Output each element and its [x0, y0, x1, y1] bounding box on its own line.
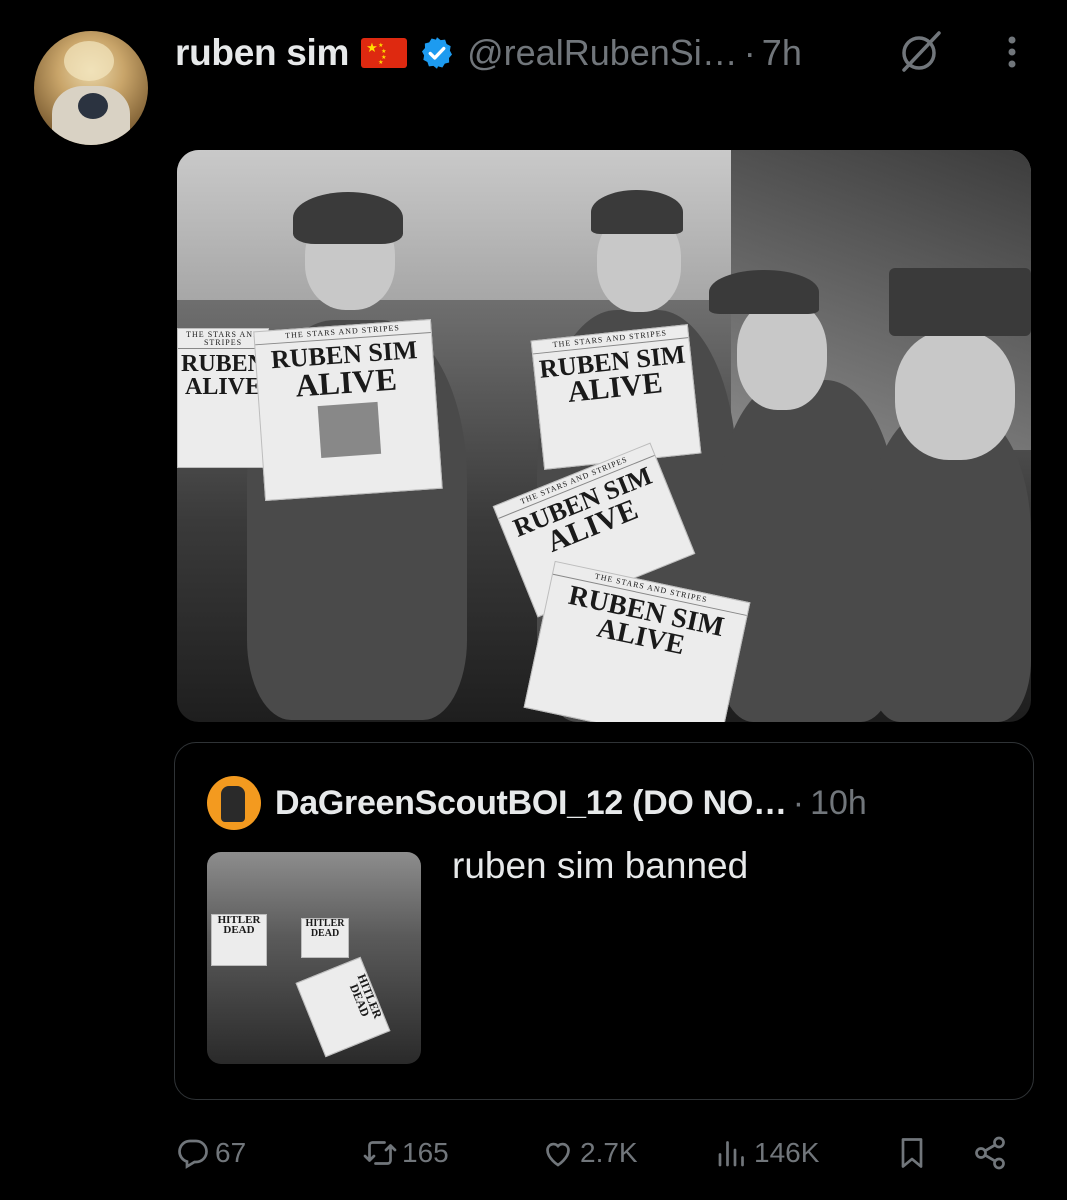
verified-badge-icon: [422, 37, 453, 69]
thumb-newspaper: HITLER DEAD: [295, 956, 391, 1058]
post-time[interactable]: 7h: [762, 32, 802, 74]
repost-count: 165: [402, 1137, 449, 1168]
reply-button[interactable]: 67: [175, 1125, 246, 1181]
separator-dot: ·: [792, 783, 805, 822]
china-flag-icon: ★ ★ ★ ★ ★: [361, 38, 408, 68]
post-image[interactable]: THE STARS AND STRIPES RUBEN ALIVE THE ST…: [177, 150, 1031, 722]
reply-count: 67: [215, 1137, 247, 1168]
quoted-post-text: ruben sim banned: [452, 845, 749, 886]
avatar-puppy: [78, 93, 108, 119]
thumb-newspaper: HITLER DEAD: [211, 914, 267, 966]
soldier-face: [895, 330, 1015, 460]
share-button[interactable]: [972, 1125, 1008, 1181]
thumb-newspaper: HITLER DEAD: [301, 918, 349, 958]
newspaper-front: THE STARS AND STRIPES RUBEN SIM ALIVE: [530, 324, 702, 470]
views-count: 146K: [754, 1137, 820, 1168]
repost-button[interactable]: 165: [362, 1125, 449, 1181]
heart-icon: [546, 1142, 570, 1167]
avatar-halo: [64, 41, 114, 81]
soldier-face: [737, 300, 827, 410]
post-header: ruben sim ★ ★ ★ ★ ★ @realRubenSi… · 7h: [175, 28, 802, 78]
quoted-post-image[interactable]: HITLER DEAD HITLER DEAD HITLER DEAD: [207, 852, 421, 1064]
separator-dot: ·: [743, 32, 756, 73]
soldier-cap: [889, 268, 1031, 336]
soldier-cap: [709, 270, 819, 314]
views-button[interactable]: 146K: [714, 1125, 819, 1181]
thumb-headline: HITLER DEAD: [217, 914, 261, 937]
soldier-cap: [591, 190, 683, 234]
views-icon: [718, 1141, 744, 1167]
reply-icon: [178, 1139, 208, 1169]
avatar-figure: [221, 786, 245, 822]
quoted-author-display-name[interactable]: DaGreenScoutBOI_12 (DO NO…: [275, 784, 787, 823]
soldier-helmet: [293, 192, 403, 244]
repost-icon: [363, 1141, 397, 1165]
newspaper-headline: ALIVE: [184, 373, 262, 400]
author-avatar[interactable]: [34, 31, 148, 145]
newspaper-photo: [317, 401, 382, 458]
like-button[interactable]: 2.7K: [540, 1125, 638, 1181]
share-icon: [975, 1136, 1005, 1170]
quoted-post-header: DaGreenScoutBOI_12 (DO NO… · 10h: [275, 780, 867, 826]
quoted-author-avatar[interactable]: [207, 776, 261, 830]
thumb-headline: HITLER DEAD: [305, 918, 345, 939]
more-options-icon[interactable]: [998, 30, 1026, 74]
like-count: 2.7K: [580, 1137, 638, 1168]
author-handle[interactable]: @realRubenSi…: [467, 32, 738, 74]
thumb-headline: HITLER DEAD: [346, 971, 386, 1021]
bookmark-button[interactable]: [894, 1125, 930, 1181]
author-display-name[interactable]: ruben sim: [175, 32, 349, 74]
newspaper-front: THE STARS AND STRIPES RUBEN SIM ALIVE: [253, 318, 443, 502]
quoted-post-time[interactable]: 10h: [810, 784, 867, 823]
action-bar: 67 165 2.7K 146K: [0, 1125, 1067, 1181]
grok-icon[interactable]: [898, 28, 944, 74]
bookmark-icon: [901, 1138, 923, 1168]
